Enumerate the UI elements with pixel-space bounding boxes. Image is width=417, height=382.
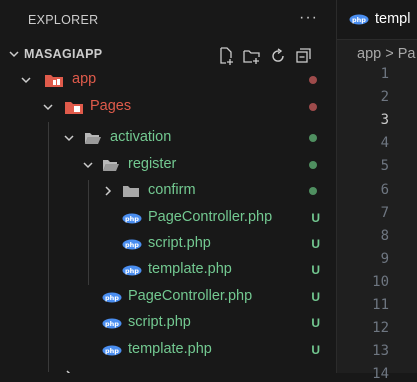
php-icon: php — [102, 292, 122, 303]
file-activation-script-label: script.php — [128, 314, 191, 330]
folder-activation[interactable]: activation — [0, 125, 336, 151]
php-icon: php — [102, 318, 122, 329]
folder-confirm[interactable]: confirm — [0, 178, 336, 204]
untracked-badge: U — [311, 211, 320, 225]
app-folder-icon — [45, 75, 63, 87]
file-register-template-label: template.php — [148, 261, 232, 277]
file-register-pagecontroller-label: PageController.php — [148, 209, 273, 225]
untracked-badge: U — [311, 343, 320, 357]
untracked-badge: U — [311, 316, 320, 330]
new-folder-icon[interactable] — [242, 46, 262, 66]
line-number: 9 — [380, 250, 389, 267]
svg-text:php: php — [125, 267, 139, 275]
chevron-right-icon — [105, 186, 112, 196]
svg-text:php: php — [105, 320, 119, 328]
chevron-down-icon — [9, 51, 19, 58]
explorer-title: EXPLORER — [28, 13, 99, 27]
folder-confirm-label: confirm — [148, 182, 196, 198]
php-icon: php — [122, 239, 142, 250]
chevron-right-icon — [66, 370, 71, 373]
line-number: 13 — [372, 343, 389, 360]
workspace-root-label: MASAGIAPP — [24, 47, 103, 61]
chevron-down-icon — [64, 135, 74, 142]
explorer-header: EXPLORER ··· — [0, 0, 336, 40]
line-number: 3 — [380, 112, 389, 129]
line-number: 11 — [372, 297, 389, 313]
line-number: 4 — [380, 135, 389, 152]
line-number: 12 — [372, 320, 389, 337]
untracked-indicator — [309, 187, 317, 195]
editor-pane: php templ app > Pa 1 2 3 4 5 6 7 8 9 10 11 12 13 14 — [337, 0, 417, 382]
line-number: 7 — [380, 204, 389, 221]
folder-pages-label: Pages — [90, 98, 132, 114]
line-number: 5 — [380, 158, 389, 175]
folder-next-partial[interactable] — [0, 364, 336, 373]
modified-indicator — [309, 76, 317, 84]
untracked-badge: U — [311, 290, 320, 304]
chevron-down-icon — [83, 162, 93, 169]
untracked-indicator — [309, 134, 317, 142]
line-number: 2 — [380, 89, 389, 106]
svg-text:php: php — [125, 241, 139, 249]
php-icon: php — [122, 265, 142, 276]
folder-activation-label: activation — [110, 129, 172, 145]
php-icon: php — [102, 345, 122, 356]
file-register-pagecontroller[interactable]: php PageController.php U — [0, 205, 336, 231]
file-register-script-label: script.php — [148, 235, 211, 251]
untracked-badge: U — [311, 263, 320, 277]
explorer-actions — [216, 46, 314, 66]
breadcrumb[interactable]: app > Pa — [357, 46, 415, 62]
line-number: 14 — [372, 366, 389, 382]
folder-open-icon — [85, 133, 101, 144]
line-number: 8 — [380, 227, 389, 244]
refresh-icon[interactable] — [268, 46, 288, 66]
pages-folder-icon — [65, 102, 83, 114]
folder-icon — [123, 186, 139, 197]
line-number: 10 — [372, 273, 389, 290]
untracked-badge: U — [311, 237, 320, 251]
file-activation-pagecontroller[interactable]: php PageController.php U — [0, 284, 336, 310]
svg-text:php: php — [105, 294, 119, 302]
collapse-all-icon[interactable] — [294, 46, 314, 66]
file-activation-pagecontroller-label: PageController.php — [128, 288, 253, 304]
folder-app[interactable]: app — [0, 67, 336, 93]
file-activation-template-label: template.php — [128, 341, 212, 357]
folder-register-label: register — [128, 156, 177, 172]
chevron-down-icon — [43, 104, 53, 111]
php-icon: php — [122, 213, 142, 224]
folder-pages[interactable]: Pages — [0, 94, 336, 120]
php-icon: php — [349, 14, 369, 25]
explorer-sidebar: EXPLORER ··· MASAGIAPP app Pages activat… — [0, 0, 337, 373]
more-actions-button[interactable]: ··· — [299, 9, 318, 27]
folder-app-label: app — [72, 71, 97, 87]
line-number: 1 — [380, 66, 389, 82]
file-activation-template[interactable]: php template.php U — [0, 337, 336, 363]
file-activation-script[interactable]: php script.php U — [0, 310, 336, 336]
svg-text:php: php — [352, 16, 366, 24]
file-register-template[interactable]: php template.php U — [0, 257, 336, 283]
untracked-indicator — [309, 161, 317, 169]
tab-template-label: templ — [375, 11, 411, 27]
svg-text:php: php — [125, 215, 139, 223]
chevron-down-icon — [21, 77, 31, 84]
svg-text:php: php — [105, 347, 119, 355]
file-register-script[interactable]: php script.php U — [0, 231, 336, 257]
folder-open-icon — [103, 160, 119, 171]
folder-register[interactable]: register — [0, 152, 336, 178]
modified-indicator — [309, 103, 317, 111]
new-file-icon[interactable] — [216, 46, 236, 66]
line-number: 6 — [380, 181, 389, 198]
editor-tab-strip: php templ — [337, 0, 417, 40]
